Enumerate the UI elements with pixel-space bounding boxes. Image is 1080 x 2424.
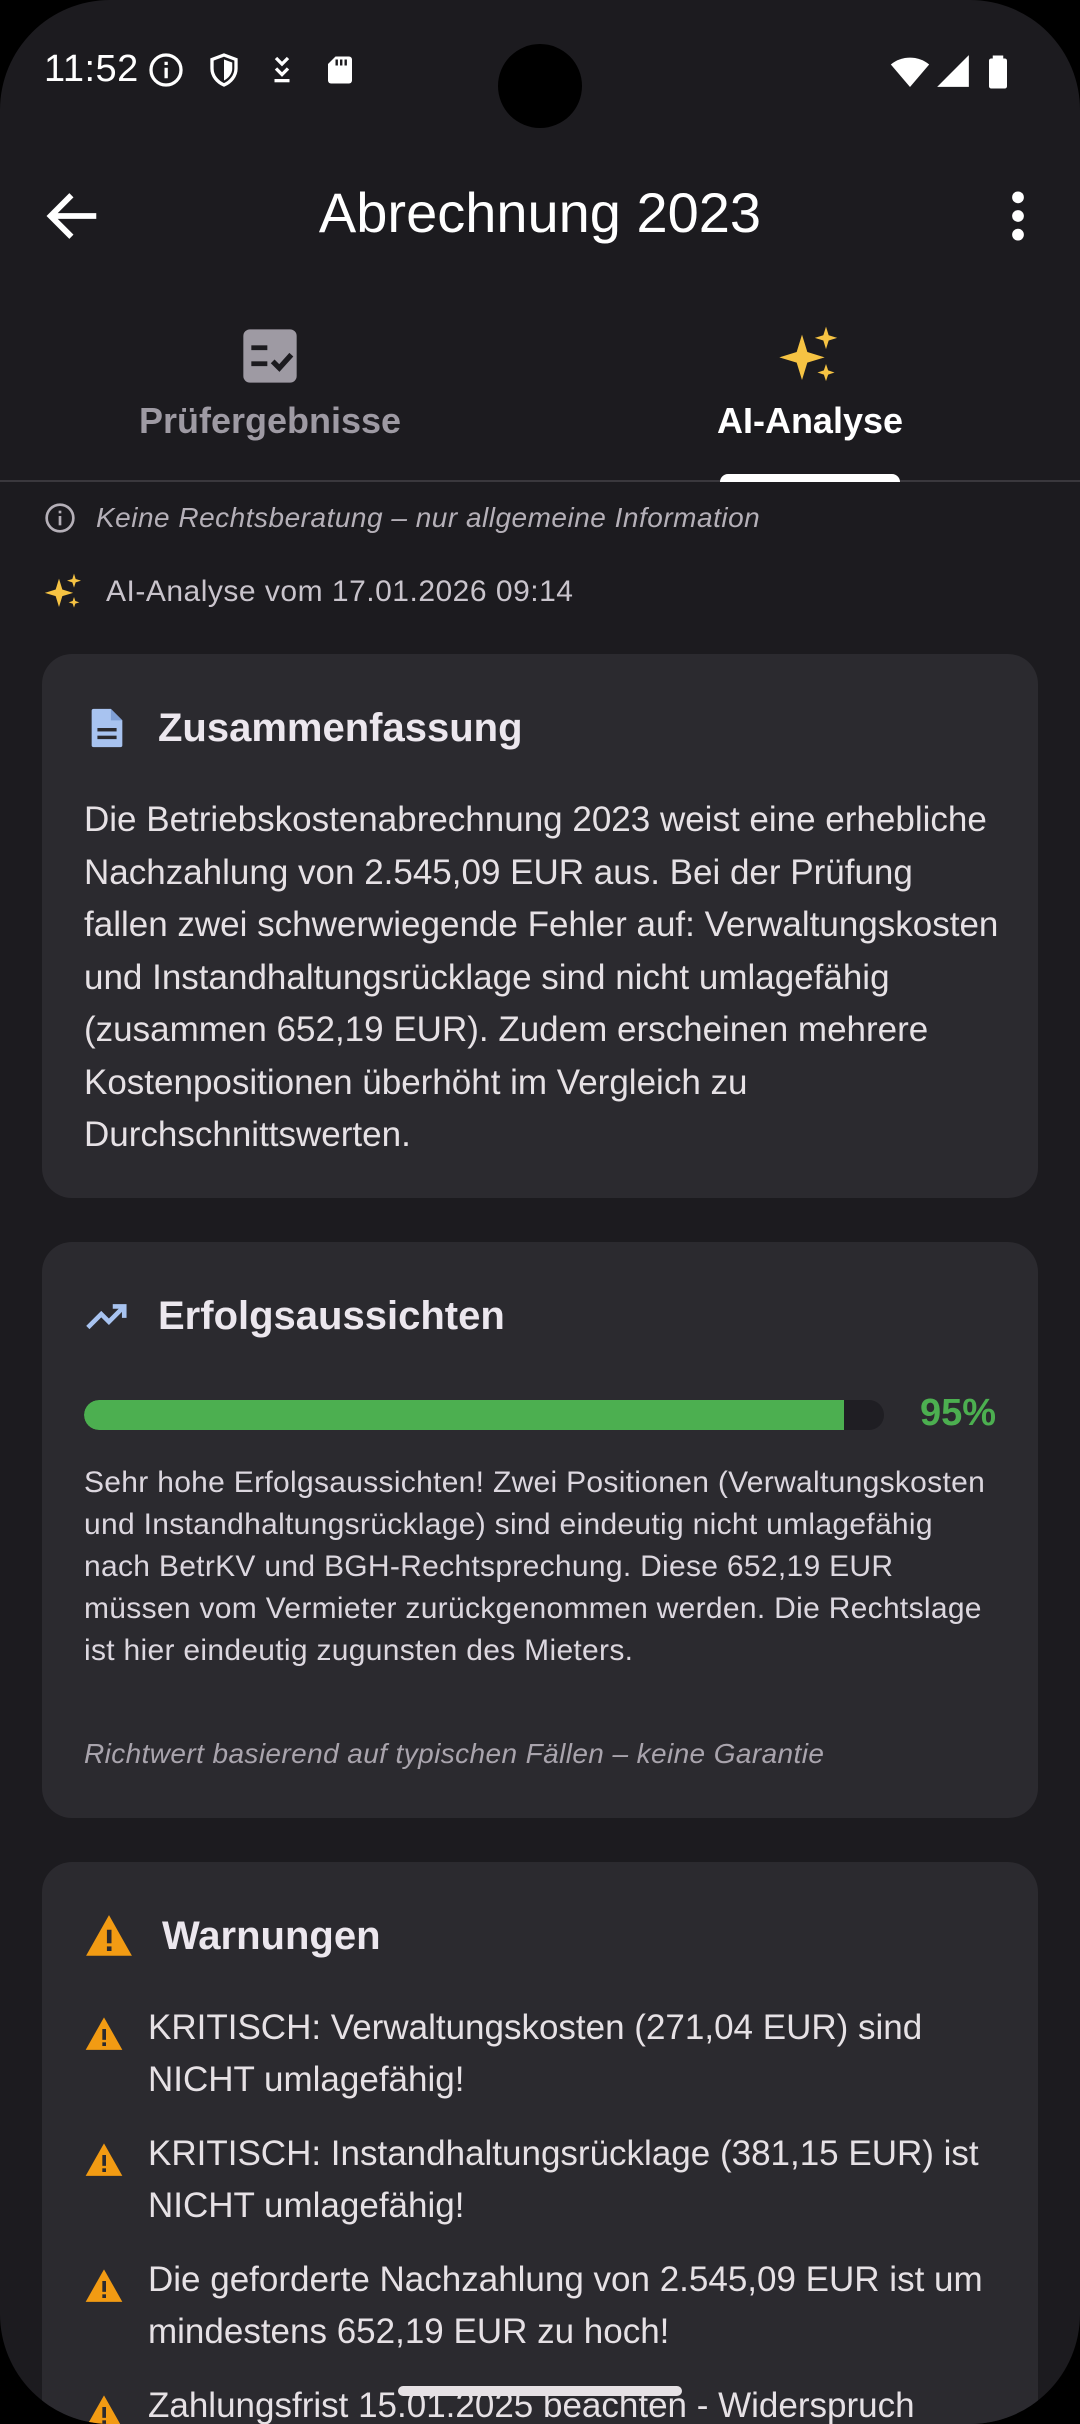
warning-item: Die geforderte Nachzahlung von 2.545,09 … [84, 2254, 1024, 2358]
analysis-date-row: AI-Analyse vom 17.01.2026 09:14 [44, 570, 573, 614]
progress-fill [84, 1400, 844, 1430]
sparkle-icon [44, 573, 81, 608]
app-bar: Abrechnung 2023 [0, 150, 1080, 280]
summary-text: Die Betriebskostenabrechnung 2023 weist … [84, 800, 999, 1154]
warning-text: Die geforderte Nachzahlung von 2.545,09 … [148, 2260, 983, 2351]
camera-cutout [498, 44, 582, 128]
progress-track [84, 1400, 884, 1430]
sd-card-icon [328, 56, 352, 84]
warning-text: KRITISCH: Verwaltungskosten (271,04 EUR)… [148, 2008, 923, 2099]
tab-pruefergebnisse[interactable]: Prüfergebnisse [0, 300, 540, 482]
warnings-list: KRITISCH: Verwaltungskosten (271,04 EUR)… [84, 2002, 1024, 2424]
more-vert-icon[interactable] [986, 184, 1050, 248]
warning-icon [85, 2017, 123, 2050]
signal-icon [937, 55, 969, 87]
warning-item: KRITISCH: Verwaltungskosten (271,04 EUR)… [84, 2002, 1024, 2106]
progress-percent: 95% [919, 1392, 996, 1434]
sparkle-icon [779, 326, 838, 382]
gesture-home-bar[interactable] [398, 2386, 682, 2396]
tab-label: Prüfergebnisse [138, 400, 402, 441]
disclaimer-text: Keine Rechtsberatung – nur allgemeine In… [96, 502, 761, 533]
wifi-icon [890, 57, 930, 87]
success-text: Sehr hohe Erfolgsaussichten! Zwei Positi… [84, 1466, 986, 1667]
info-outline-icon [45, 503, 75, 533]
warning-icon [85, 2143, 123, 2176]
phone-screen: 11:52 Abrechnung 2023 Prüfergebnisse AI-… [0, 0, 1080, 2424]
success-header: Erfolgsaussichten [84, 1288, 505, 1344]
warning-icon [86, 1915, 132, 1956]
document-icon [91, 708, 123, 748]
warning-icon [85, 2269, 123, 2302]
tab-ai-analyse[interactable]: AI-Analyse [540, 300, 1080, 482]
trending-up-icon [86, 1304, 127, 1330]
warnings-heading: Warnungen [162, 1913, 381, 1958]
checklist-icon [243, 329, 297, 383]
warning-item: KRITISCH: Instandhaltungsrücklage (381,1… [84, 2128, 1024, 2232]
success-note: Richtwert basierend auf typischen Fällen… [84, 1738, 825, 1769]
status-bar: 11:52 [0, 0, 1080, 140]
tab-bar: Prüfergebnisse AI-Analyse [0, 300, 1080, 482]
info-icon [149, 53, 183, 87]
summary-header: Zusammenfassung [84, 700, 523, 756]
shield-icon [210, 53, 238, 87]
warning-text: KRITISCH: Instandhaltungsrücklage (381,1… [148, 2134, 979, 2225]
summary-card: Zusammenfassung Die Betriebskostenabrech… [42, 654, 1038, 1198]
page-title: Abrechnung 2023 [318, 181, 762, 244]
status-time: 11:52 [44, 48, 139, 90]
warning-icon [87, 2395, 121, 2424]
disclaimer: Keine Rechtsberatung – nur allgemeine In… [44, 500, 760, 536]
analysis-date-text: AI-Analyse vom 17.01.2026 09:14 [106, 575, 574, 608]
success-heading: Erfolgsaussichten [158, 1293, 505, 1338]
success-progress: 95% [84, 1392, 996, 1434]
tab-indicator [720, 474, 900, 482]
success-card: Erfolgsaussichten 95% Sehr hohe Erfolgsa… [42, 1242, 1038, 1818]
tab-label: AI-Analyse [716, 400, 904, 441]
summary-heading: Zusammenfassung [158, 705, 523, 750]
download-icon [274, 56, 290, 83]
warnings-card: Warnungen KRITISCH: Verwaltungskosten (2… [42, 1862, 1038, 2424]
warnings-header: Warnungen [84, 1908, 381, 1964]
battery-icon [989, 55, 1007, 89]
